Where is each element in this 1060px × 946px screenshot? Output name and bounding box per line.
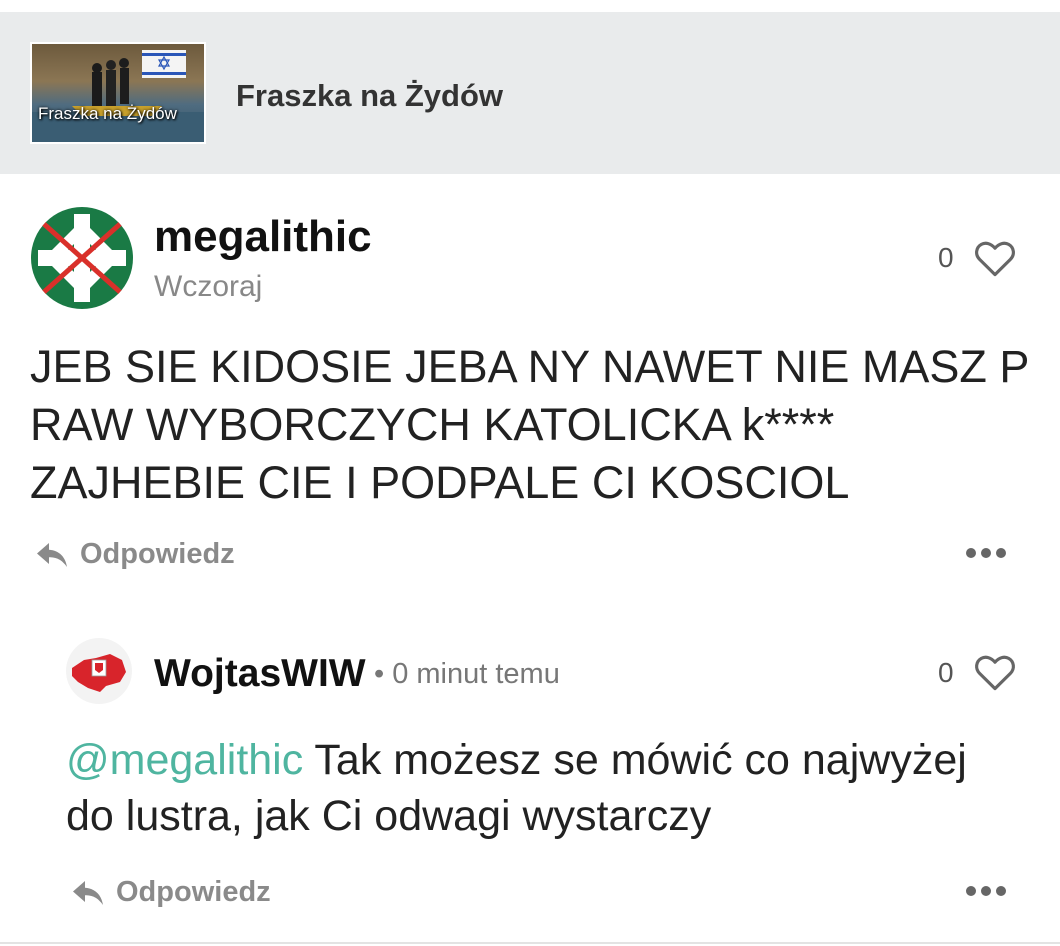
like-count: 0 [938,657,954,688]
more-options-icon[interactable] [964,884,1008,898]
poland-map-crest-icon [72,654,126,692]
comment-timestamp: 0 minut temu [392,658,560,690]
comment-body: @megalithic Tak możesz se mówić co najwy… [66,732,1026,844]
top-strip [0,0,1060,12]
avatar[interactable] [66,638,132,704]
reply-arrow-icon [37,542,67,567]
article-header[interactable]: Fraszka na Żydów Fraszka na Żydów [0,12,1060,174]
comment-meta: • 0 minut temu [374,658,560,691]
thumbnail-caption: Fraszka na Żydów [38,104,177,123]
reply-label: Odpowiedz [116,876,271,908]
reply-label: Odpowiedz [80,538,235,570]
comment-text: JEB SIE KIDOSIE JEBA NY NAWET NIE MASZ P… [30,341,1029,508]
thumbnail-image [32,50,204,142]
user-mention-link[interactable]: @megalithic [66,736,303,784]
crossed-out-logo-icon [31,207,133,309]
article-title[interactable]: Fraszka na Żydów [236,78,503,114]
avatar[interactable] [30,206,134,310]
reply-button[interactable]: Odpowiedz [70,876,271,909]
heart-outline-icon[interactable] [974,238,1016,278]
heart-outline-icon[interactable] [974,652,1016,692]
comment-username[interactable]: megalithic [154,212,372,262]
article-thumbnail[interactable]: Fraszka na Żydów [30,42,206,144]
like-count: 0 [938,242,954,273]
reply-button[interactable]: Odpowiedz [34,538,235,571]
comment-username[interactable]: WojtasWIW [154,652,366,696]
reply-arrow-icon [73,880,103,905]
more-options-icon[interactable] [964,546,1008,560]
meta-separator: • [374,658,385,690]
comment-timestamp: Wczoraj [154,270,263,303]
divider [0,942,1060,944]
